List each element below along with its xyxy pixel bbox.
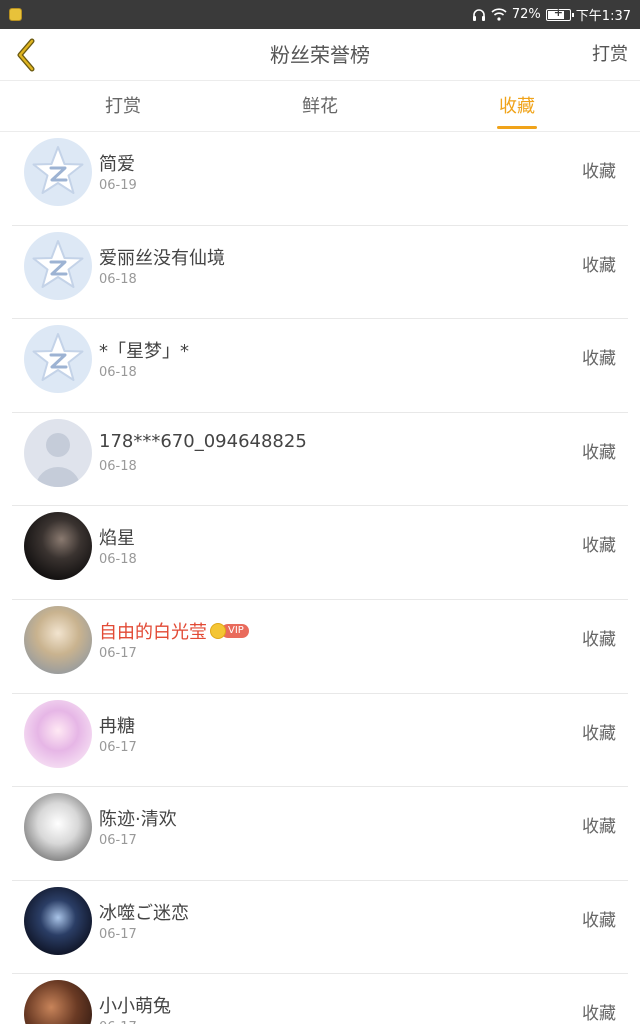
vip-coin-icon	[210, 622, 226, 639]
item-action-label: 收藏	[582, 723, 616, 744]
list-item[interactable]: *「星梦」* 06-18 收藏	[12, 319, 628, 413]
user-name-text: 自由的白光莹	[99, 621, 207, 643]
tab-label: 打赏	[105, 96, 141, 117]
user-name: 简爱	[99, 150, 135, 176]
vip-badge: VIP	[210, 622, 249, 639]
status-bar: 72% + 下午1:37	[0, 0, 640, 29]
user-name: 冰噬ご迷恋	[99, 899, 189, 925]
item-action-label: 收藏	[582, 162, 616, 182]
tab-favorites[interactable]: 收藏	[497, 82, 537, 132]
item-action-label: 收藏	[582, 817, 616, 838]
item-action-label: 收藏	[582, 910, 616, 931]
list-item[interactable]: 自由的白光莹 VIP 06-17 收藏	[12, 600, 628, 694]
user-name-text: 简爱	[99, 154, 135, 175]
tab-reward[interactable]: 打赏	[94, 82, 152, 132]
user-name-text: 冉糖	[99, 715, 135, 737]
tab-bar: 打赏 鲜花 收藏	[0, 82, 640, 132]
active-tab-indicator	[497, 126, 537, 129]
user-name: 178***670_094648825	[99, 431, 307, 452]
list-item[interactable]: 简爱 06-19 收藏	[12, 132, 628, 226]
avatar[interactable]	[24, 325, 92, 394]
status-icons: 72% + 下午1:37	[472, 0, 631, 29]
item-date: 06-18	[99, 365, 137, 381]
item-date: 06-17	[99, 926, 137, 942]
fan-list: 简爱 06-19 收藏 爱丽丝没有仙境 06-18 收藏 *「星梦」* 06-18 收藏 178*…	[12, 132, 628, 1024]
item-action-label: 收藏	[582, 255, 616, 276]
avatar[interactable]	[24, 418, 92, 487]
avatar[interactable]	[24, 231, 92, 300]
item-action-label: 收藏	[582, 536, 616, 557]
avatar[interactable]	[24, 886, 92, 955]
user-name: 陈迹·清欢	[99, 805, 177, 831]
list-item[interactable]: 178***670_094648825 06-18 收藏	[12, 413, 628, 507]
header-bar: 粉丝荣誉榜 打赏	[0, 29, 640, 81]
battery-percent: 72%	[511, 7, 541, 22]
item-date: 06-18	[99, 458, 137, 474]
item-date: 06-18	[99, 552, 137, 568]
item-action-label: 收藏	[582, 629, 616, 650]
user-name-text: 爱丽丝没有仙境	[99, 247, 225, 269]
reward-button[interactable]: 打赏	[592, 29, 628, 81]
user-name-text: 178***670_094648825	[99, 430, 307, 452]
item-date: 06-19	[99, 178, 137, 193]
item-action-label: 收藏	[582, 1004, 616, 1024]
user-name: 爱丽丝没有仙境	[99, 244, 225, 270]
user-name: 小小萌兔	[99, 992, 171, 1018]
user-name-text: 小小萌兔	[99, 996, 171, 1018]
item-date: 06-17	[99, 645, 137, 661]
list-item[interactable]: 冉糖 06-17 收藏	[12, 694, 628, 788]
item-date: 06-17	[99, 833, 137, 849]
avatar[interactable]	[24, 793, 92, 862]
list-item[interactable]: 冰噬ご迷恋 06-17 收藏	[12, 881, 628, 975]
item-action-label: 收藏	[582, 442, 616, 463]
battery-icon: +	[545, 6, 574, 21]
user-name-text: *「星梦」*	[99, 341, 189, 363]
user-name: 冉糖	[99, 712, 135, 738]
app-notification-icon	[9, 8, 22, 21]
headphones-icon	[472, 8, 486, 22]
page-title: 粉丝荣誉榜	[270, 43, 370, 67]
clock: 下午1:37	[575, 9, 631, 24]
item-date: 06-17	[99, 1020, 137, 1024]
item-action-label: 收藏	[582, 349, 616, 370]
avatar[interactable]	[24, 605, 92, 674]
list-item[interactable]: 爱丽丝没有仙境 06-18 收藏	[12, 226, 628, 320]
avatar[interactable]	[24, 699, 92, 768]
user-name: 焰星	[99, 524, 135, 550]
avatar[interactable]	[24, 980, 92, 1024]
list-item[interactable]: 小小萌兔 06-17 收藏	[12, 974, 628, 1024]
tab-flowers[interactable]: 鲜花	[291, 82, 349, 132]
item-date: 06-18	[99, 271, 137, 287]
tab-label: 鲜花	[302, 96, 338, 117]
user-name-text: 冰噬ご迷恋	[99, 902, 189, 924]
tab-label: 收藏	[499, 96, 535, 117]
item-date: 06-17	[99, 739, 137, 755]
avatar[interactable]	[24, 138, 92, 206]
user-name: *「星梦」*	[99, 337, 189, 363]
user-name: 自由的白光莹 VIP	[99, 618, 249, 644]
wifi-icon	[491, 8, 507, 21]
list-item[interactable]: 陈迹·清欢 06-17 收藏	[12, 787, 628, 881]
user-name-text: 焰星	[99, 528, 135, 550]
avatar[interactable]	[24, 512, 92, 581]
list-item[interactable]: 焰星 06-18 收藏	[12, 506, 628, 600]
user-name-text: 陈迹·清欢	[99, 809, 177, 831]
